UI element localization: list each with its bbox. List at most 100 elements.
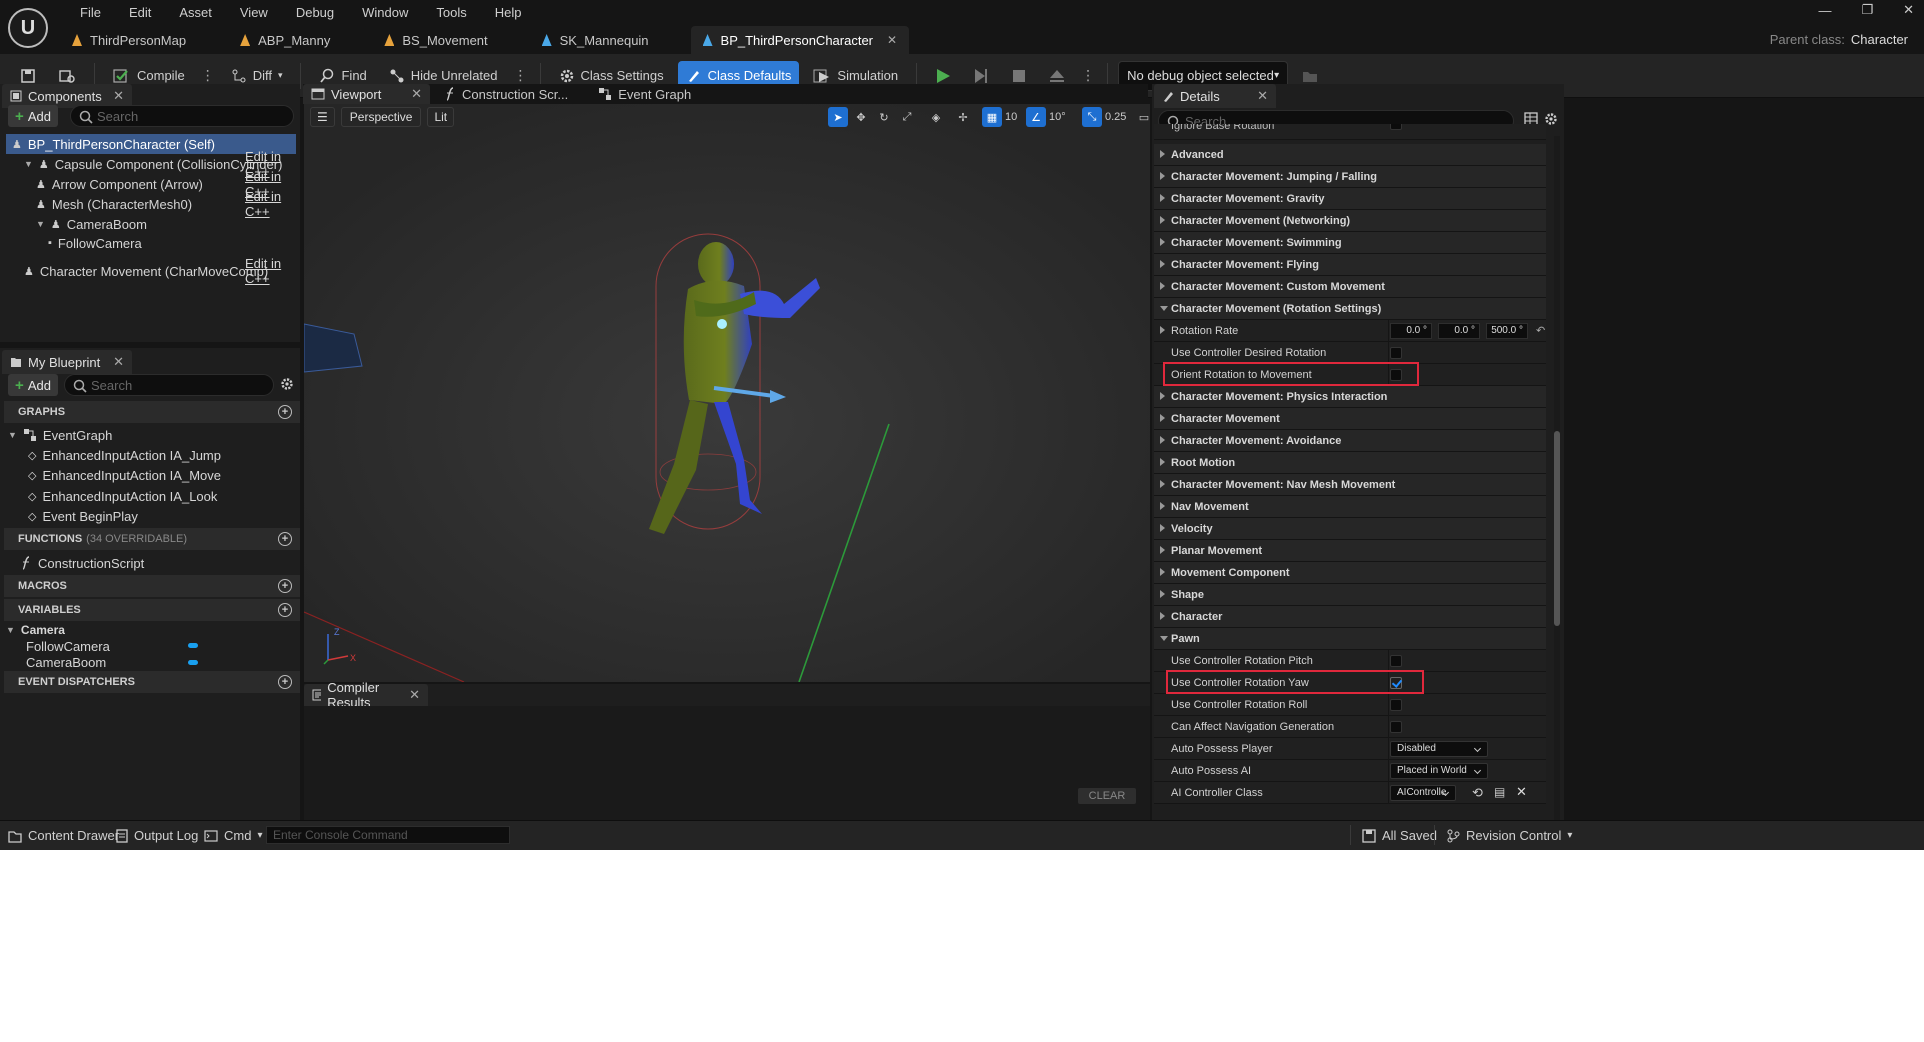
details-category[interactable]: Character Movement: Swimming <box>1154 232 1546 254</box>
close-tab-icon[interactable]: ✕ <box>409 687 420 703</box>
tab-details[interactable]: Details ✕ <box>1154 84 1276 108</box>
rotate-tool-icon[interactable]: ↻ <box>874 107 894 127</box>
details-category[interactable]: Movement Component <box>1154 562 1546 584</box>
more-options-icon[interactable]: ⋮ <box>512 67 530 84</box>
ignore-base-rotation-row[interactable]: Ignore Base Rotation <box>1154 124 1546 140</box>
clear-icon[interactable]: ✕ <box>1516 784 1527 800</box>
grid-snap-icon[interactable]: ▦ <box>982 107 1002 127</box>
close-tab-icon[interactable]: ✕ <box>411 86 422 102</box>
lit-button[interactable]: Lit <box>427 107 455 127</box>
event-graph-item[interactable]: ▼ EventGraph <box>8 426 112 444</box>
details-category[interactable]: Character Movement <box>1154 408 1546 430</box>
menu-view[interactable]: View <box>226 5 282 20</box>
details-category[interactable]: Velocity <box>1154 518 1546 540</box>
minimize-icon[interactable]: — <box>1818 3 1831 18</box>
rotation-rate-field[interactable]: 500.0 ° <box>1486 323 1528 339</box>
details-category[interactable]: Character Movement: Physics Interaction <box>1154 386 1546 408</box>
translate-tool-icon[interactable]: ✥ <box>851 107 871 127</box>
add-graph-icon[interactable]: + <box>278 405 292 419</box>
rotation-rate-field[interactable]: 0.0 ° <box>1390 323 1432 339</box>
folder-icon[interactable]: ▤ <box>1494 785 1505 799</box>
menu-file[interactable]: File <box>66 5 115 20</box>
pawn-bool-checkbox[interactable] <box>1390 699 1402 711</box>
details-category-rotation-settings[interactable]: Character Movement (Rotation Settings) <box>1154 298 1546 320</box>
asset-tab[interactable]: ABP_Manny <box>228 26 342 54</box>
details-category[interactable]: Character Movement (Networking) <box>1154 210 1546 232</box>
menu-help[interactable]: Help <box>481 5 536 20</box>
ai-controller-class-select[interactable]: AIControlle <box>1390 785 1456 801</box>
details-category[interactable]: Character Movement: Flying <box>1154 254 1546 276</box>
clear-button[interactable]: CLEAR <box>1078 788 1136 804</box>
revision-control-button[interactable]: Revision Control ▾ <box>1446 828 1572 843</box>
details-category[interactable]: Character <box>1154 606 1546 628</box>
details-scrollbar[interactable] <box>1554 136 1560 820</box>
asset-tab[interactable]: SK_Mannequin <box>530 26 661 54</box>
parent-class-link[interactable]: Character <box>1851 32 1908 47</box>
variable-item[interactable]: FollowCamera <box>26 637 110 655</box>
event-item[interactable]: ◇ EnhancedInputAction IA_Move <box>28 467 221 485</box>
asset-tab[interactable]: ThirdPersonMap <box>60 26 198 54</box>
gear-icon[interactable] <box>280 377 294 391</box>
ai-controller-class-row[interactable]: AI Controller Class AIControlle ⟲ ▤ ✕ <box>1154 782 1546 804</box>
content-drawer-button[interactable]: Content Drawer <box>8 828 119 843</box>
ignore-base-rotation-checkbox[interactable] <box>1390 124 1402 130</box>
use-controller-desired-rotation-row[interactable]: Use Controller Desired Rotation <box>1154 342 1546 364</box>
tab-my-blueprint[interactable]: My Blueprint ✕ <box>2 350 132 374</box>
scale-snap-icon[interactable]: ⤡ <box>1082 107 1102 127</box>
surface-snap-icon[interactable]: ✢ <box>953 107 973 127</box>
add-macro-icon[interactable]: + <box>278 579 292 593</box>
edit-in-cpp-link[interactable]: Edit in C++ <box>245 256 296 286</box>
event-item[interactable]: ◇ EnhancedInputAction IA_Jump <box>28 446 221 464</box>
scale-snap-value[interactable]: 0.25 <box>1105 111 1131 123</box>
variable-type-pill[interactable] <box>188 643 198 648</box>
details-category[interactable]: Character Movement: Gravity <box>1154 188 1546 210</box>
tab-viewport[interactable]: Viewport ✕ <box>303 84 430 104</box>
close-window-icon[interactable]: ✕ <box>1903 2 1914 18</box>
perspective-button[interactable]: Perspective <box>340 107 422 127</box>
menu-window[interactable]: Window <box>348 5 422 20</box>
event-item[interactable]: ◇ EnhancedInputAction IA_Look <box>28 487 217 505</box>
grid-snap-value[interactable]: 10 <box>1005 111 1023 123</box>
menu-tools[interactable]: Tools <box>422 5 480 20</box>
pawn-bool-checkbox[interactable] <box>1390 721 1402 733</box>
close-tab-icon[interactable]: ✕ <box>113 354 124 370</box>
cmd-select[interactable]: Cmd ▾ <box>204 828 262 843</box>
rotation-rate-field[interactable]: 0.0 ° <box>1438 323 1480 339</box>
details-category[interactable]: Planar Movement <box>1154 540 1546 562</box>
use-controller-desired-rotation-checkbox[interactable] <box>1390 347 1402 359</box>
menu-asset[interactable]: Asset <box>165 5 226 20</box>
pawn-bool-row[interactable]: Can Affect Navigation Generation <box>1154 716 1546 738</box>
asset-tab[interactable]: BS_Movement <box>372 26 499 54</box>
viewport-canvas[interactable]: Z X ☰ Perspective Lit ➤ ✥ ↻ ⤢ ◈ ✢ ▦ 10 ∠… <box>304 104 1150 682</box>
add-function-icon[interactable]: + <box>278 532 292 546</box>
asset-tab[interactable]: BP_ThirdPersonCharacter ✕ <box>690 26 910 54</box>
rotation-rate-row[interactable]: Rotation Rate 0.0 ° 0.0 ° 500.0 ° ↶ <box>1154 320 1546 342</box>
variable-type-pill[interactable] <box>188 659 198 665</box>
pawn-bool-checkbox[interactable] <box>1390 655 1402 667</box>
function-item[interactable]: ConstructionScript <box>20 554 144 572</box>
macros-section-header[interactable]: MACROS + <box>4 575 300 597</box>
tab-event-graph[interactable]: Event Graph <box>598 87 691 102</box>
component-item[interactable]: ▼ ♟ CameraBoom <box>6 214 296 234</box>
components-search-input[interactable]: Search <box>70 105 294 127</box>
add-member-button[interactable]: + Add <box>8 374 58 396</box>
details-category-pawn[interactable]: Pawn <box>1154 628 1546 650</box>
rotation-snap-value[interactable]: 10° <box>1049 111 1073 123</box>
auto-possess-ai-row[interactable]: Auto Possess AI Placed in World <box>1154 760 1546 782</box>
component-item[interactable]: ♟ Character Movement (CharMoveComp) Edit i… <box>6 256 296 286</box>
pawn-bool-row[interactable]: Use Controller Rotation Roll <box>1154 694 1546 716</box>
tab-construction-script[interactable]: Construction Scr... <box>444 87 568 102</box>
chevron-down-icon[interactable]: ▼ <box>36 219 45 229</box>
select-tool-icon[interactable]: ➤ <box>828 107 848 127</box>
details-category[interactable]: Nav Movement <box>1154 496 1546 518</box>
functions-section-header[interactable]: FUNCTIONS (34 OVERRIDABLE) + <box>4 528 300 550</box>
event-dispatchers-section-header[interactable]: EVENT DISPATCHERS + <box>4 671 300 693</box>
variable-item[interactable]: CameraBoom <box>26 654 106 672</box>
component-item[interactable]: ▪ FollowCamera <box>6 233 296 253</box>
blueprint-search-input[interactable]: Search <box>64 374 274 396</box>
auto-possess-player-row[interactable]: Auto Possess Player Disabled <box>1154 738 1546 760</box>
auto-possess-player-select[interactable]: Disabled <box>1390 741 1488 757</box>
graphs-section-header[interactable]: GRAPHS + <box>4 401 300 423</box>
details-category[interactable]: Root Motion <box>1154 452 1546 474</box>
camera-speed-icon[interactable]: ▭ <box>1134 107 1150 127</box>
